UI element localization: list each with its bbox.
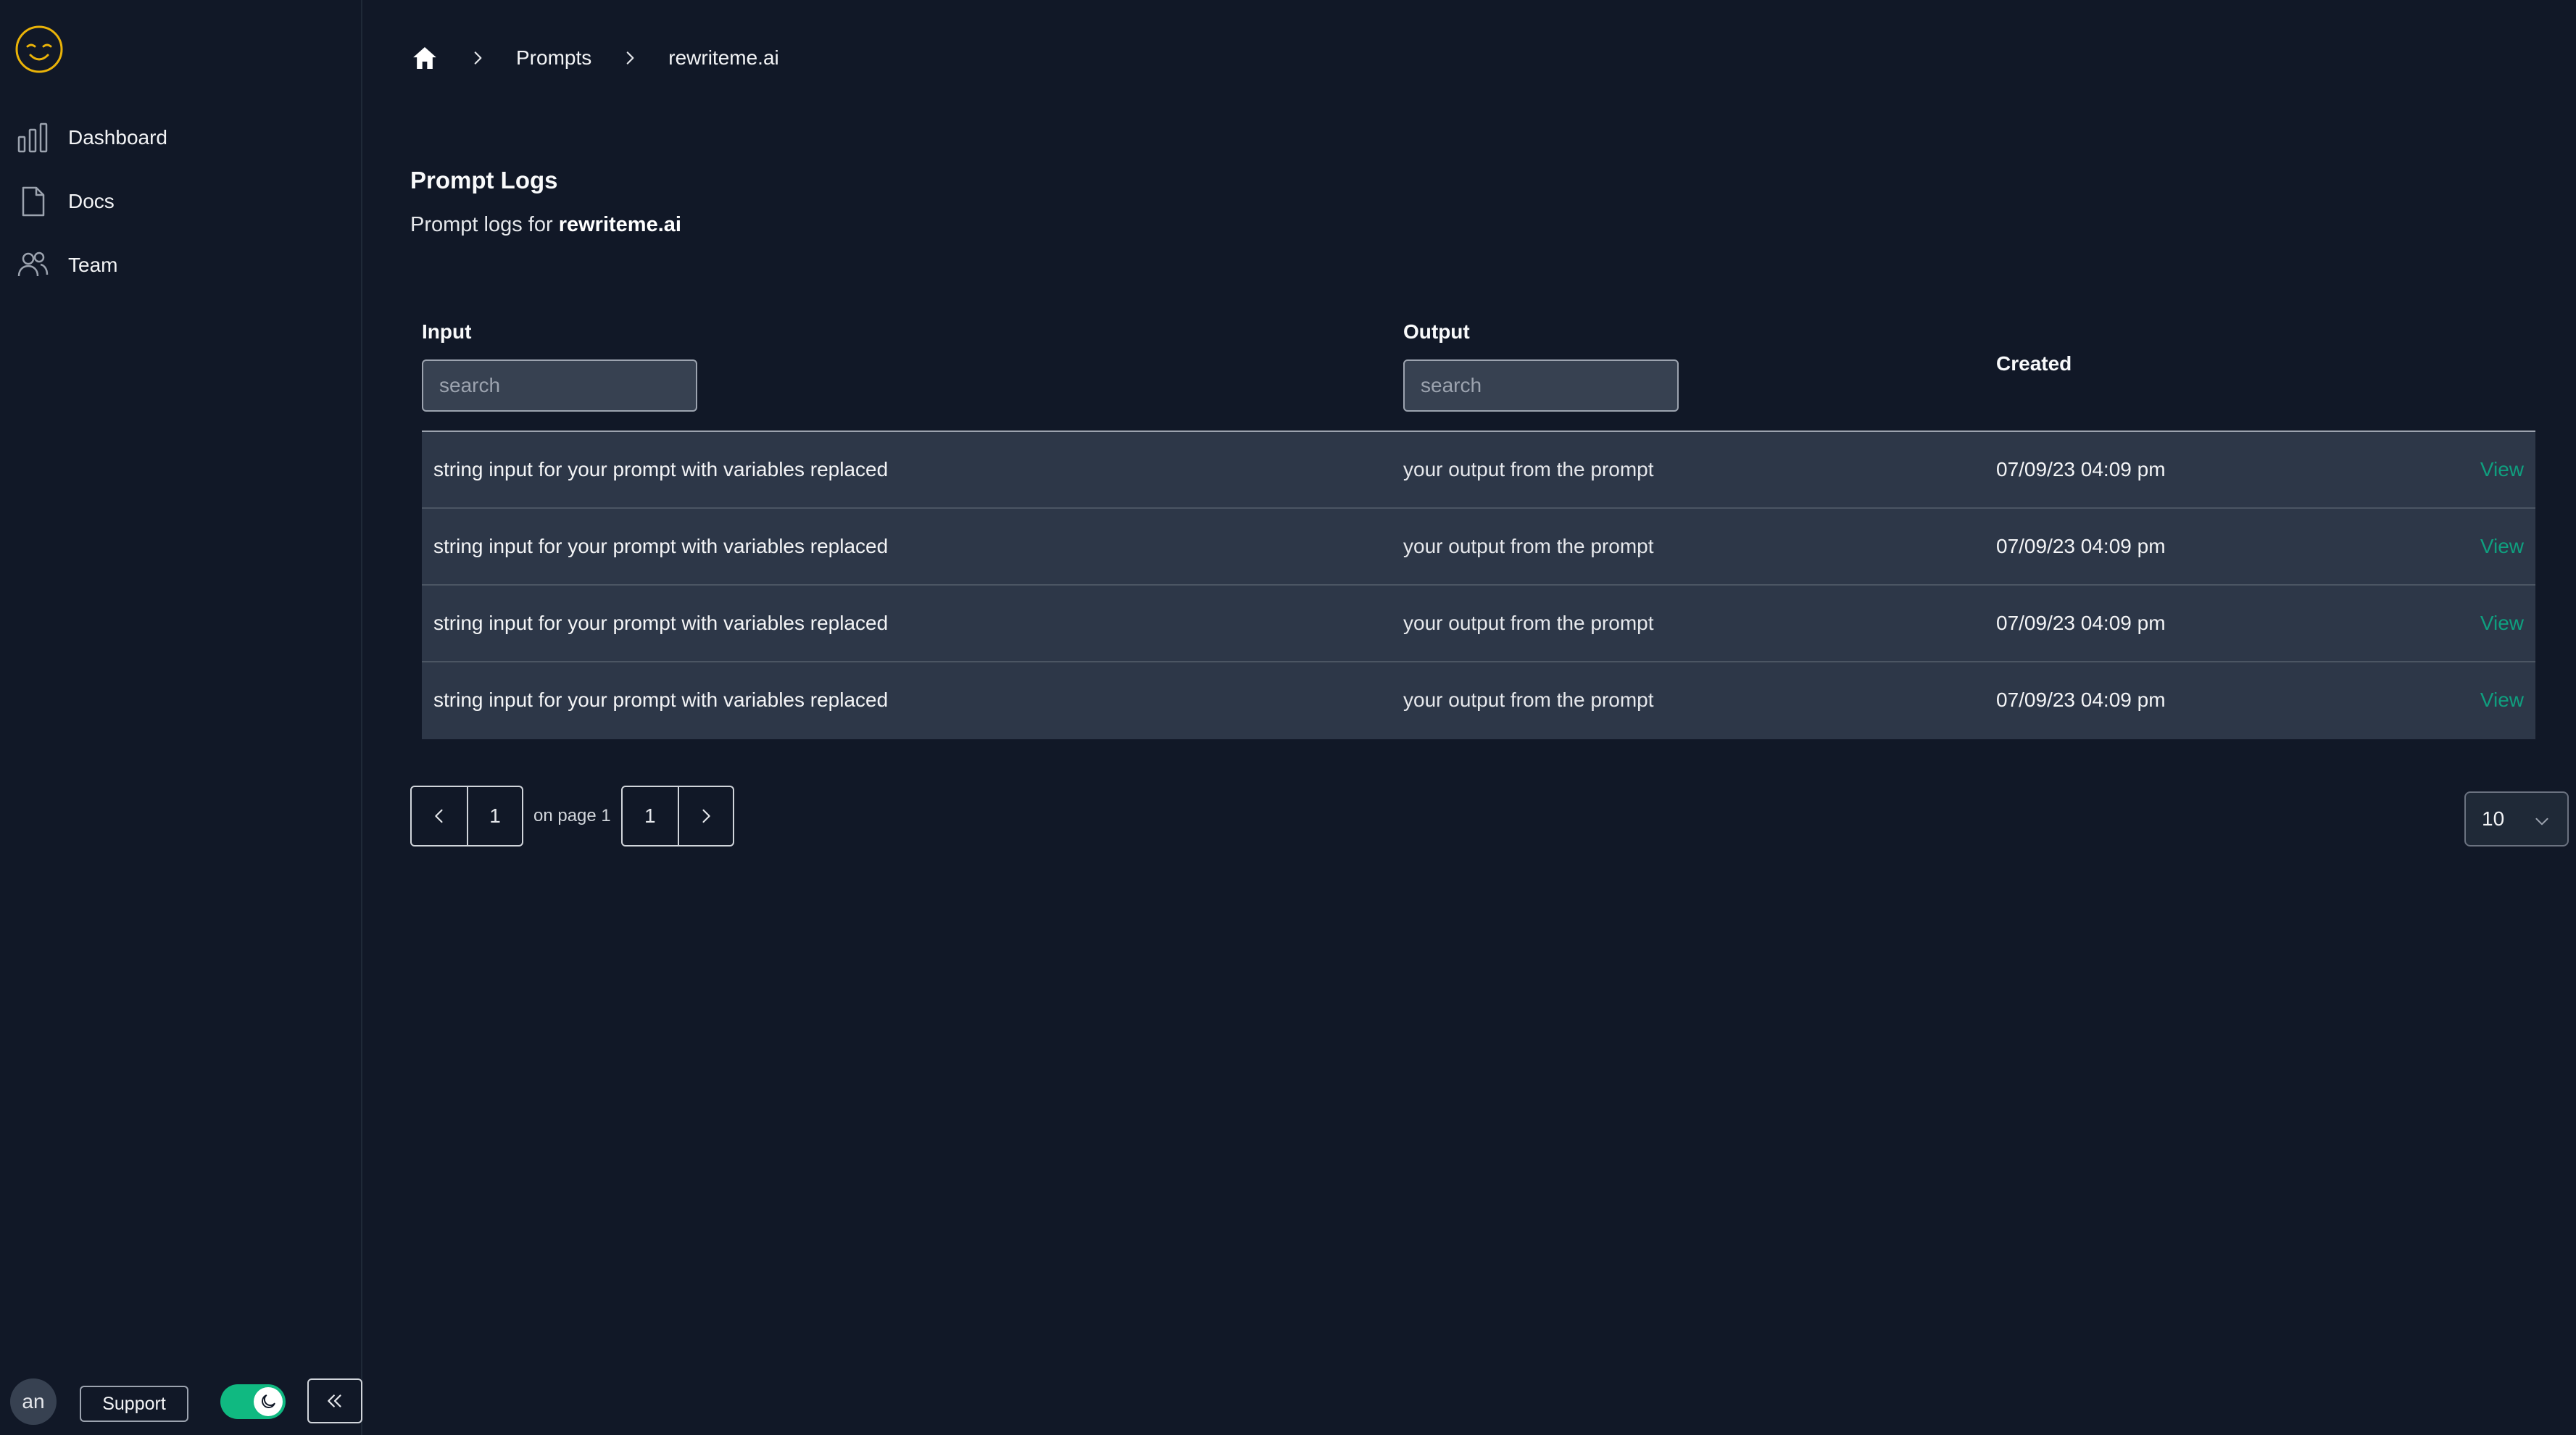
table-header: Input Output Created	[422, 312, 2535, 432]
output-search-input[interactable]	[1403, 359, 1679, 412]
support-button[interactable]: Support	[80, 1386, 188, 1422]
sidebar: Dashboard Docs Team an Support	[0, 0, 362, 1435]
app-root: Dashboard Docs Team an Support Prompts r…	[0, 0, 2576, 1435]
previous-page-button[interactable]	[412, 787, 467, 845]
page-title: Prompt Logs	[410, 167, 558, 194]
subtitle-project: rewriteme.ai	[558, 213, 681, 236]
chevron-right-icon	[474, 51, 482, 65]
breadcrumb-item-prompts[interactable]: Prompts	[516, 46, 591, 70]
table-row[interactable]: string input for your prompt with variab…	[422, 586, 2535, 662]
prompt-logs-table: Input Output Created string input for yo…	[422, 312, 2535, 739]
document-icon	[22, 186, 45, 217]
page-size-select[interactable]: 10	[2464, 791, 2569, 847]
sidebar-item-dashboard[interactable]: Dashboard	[16, 109, 349, 167]
total-pages-indicator: 1	[644, 804, 656, 827]
column-header-input: Input	[422, 320, 472, 343]
bar-chart-icon	[17, 122, 48, 153]
next-page-button[interactable]	[677, 787, 733, 845]
cell-output: your output from the prompt	[1403, 535, 1654, 557]
current-page-indicator: 1	[467, 787, 522, 845]
chevron-right-icon	[702, 809, 710, 823]
pagination: 1 on page 1 1	[410, 786, 734, 847]
double-chevron-left-icon	[328, 1394, 341, 1407]
input-search-input[interactable]	[422, 359, 697, 412]
main-content: Prompts rewriteme.ai Prompt Logs Prompt …	[362, 0, 2576, 1435]
sidebar-item-label: Team	[68, 254, 118, 276]
column-header-created: Created	[1996, 352, 2072, 375]
breadcrumb: Prompts rewriteme.ai	[410, 41, 779, 75]
table-row[interactable]: string input for your prompt with variab…	[422, 432, 2535, 509]
pagination-next-group: 1	[620, 786, 734, 847]
sidebar-item-docs[interactable]: Docs	[16, 172, 349, 230]
sidebar-item-label: Docs	[68, 190, 115, 212]
pagination-prev-group: 1	[410, 786, 523, 847]
users-icon	[17, 251, 49, 277]
cell-input: string input for your prompt with variab…	[433, 458, 889, 481]
home-icon[interactable]	[410, 43, 439, 72]
table-row[interactable]: string input for your prompt with variab…	[422, 662, 2535, 739]
collapse-sidebar-button[interactable]	[307, 1378, 362, 1423]
view-link[interactable]: View	[2480, 432, 2524, 507]
table-row[interactable]: string input for your prompt with variab…	[422, 509, 2535, 586]
avatar[interactable]: an	[10, 1378, 57, 1425]
theme-toggle[interactable]	[220, 1384, 286, 1419]
page-subtitle: Prompt logs for rewriteme.ai	[410, 213, 681, 237]
chevron-left-icon	[435, 809, 443, 823]
on-page-text: on page 1	[533, 806, 611, 825]
cell-output: your output from the prompt	[1403, 612, 1654, 634]
toggle-knob	[254, 1387, 283, 1416]
page-size-value: 10	[2482, 807, 2505, 830]
cell-input: string input for your prompt with variab…	[433, 612, 889, 634]
smiley-face-icon[interactable]	[14, 25, 64, 74]
cell-created: 07/09/23 04:09 pm	[1996, 612, 2166, 634]
cell-created: 07/09/23 04:09 pm	[1996, 458, 2166, 481]
column-header-output: Output	[1403, 320, 1470, 343]
moon-icon	[262, 1394, 275, 1408]
breadcrumb-item-project[interactable]: rewriteme.ai	[668, 46, 778, 70]
cell-input: string input for your prompt with variab…	[433, 689, 889, 711]
cell-created: 07/09/23 04:09 pm	[1996, 689, 2166, 711]
view-link[interactable]: View	[2480, 586, 2524, 661]
subtitle-prefix: Prompt logs for	[410, 213, 559, 236]
cell-output: your output from the prompt	[1403, 689, 1654, 711]
sidebar-item-team[interactable]: Team	[16, 236, 349, 294]
sidebar-item-label: Dashboard	[68, 126, 167, 149]
chevron-right-icon	[626, 51, 634, 65]
cell-input: string input for your prompt with variab…	[433, 535, 889, 557]
cell-output: your output from the prompt	[1403, 458, 1654, 481]
sidebar-nav: Dashboard Docs Team	[16, 109, 349, 300]
cell-created: 07/09/23 04:09 pm	[1996, 535, 2166, 557]
sidebar-footer: an Support	[10, 1378, 362, 1425]
view-link[interactable]: View	[2480, 662, 2524, 738]
chevron-down-icon	[2535, 818, 2548, 825]
view-link[interactable]: View	[2480, 509, 2524, 584]
